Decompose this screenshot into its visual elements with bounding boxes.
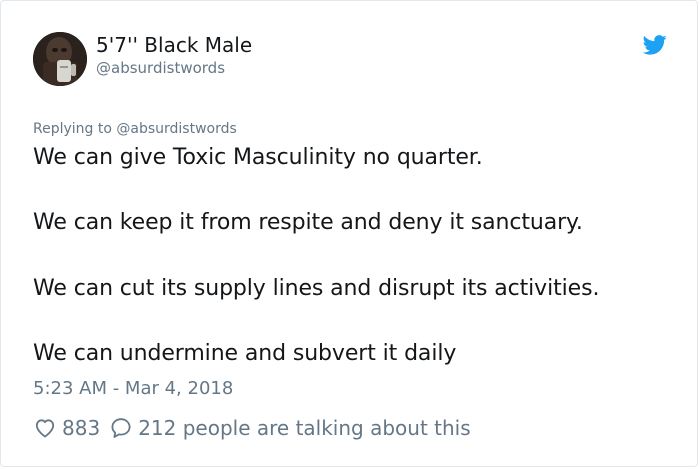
tweet-text-line: We can keep it from respite and deny it … bbox=[33, 210, 583, 235]
like-count[interactable]: 883 bbox=[62, 416, 100, 440]
avatar[interactable] bbox=[33, 32, 87, 86]
heart-icon[interactable] bbox=[33, 416, 57, 440]
tweet-text-line: We can give Toxic Masculinity no quarter… bbox=[33, 145, 483, 170]
engagement-bar: 883 212 people are talking about this bbox=[33, 413, 471, 443]
speech-bubble-icon[interactable] bbox=[109, 416, 133, 440]
avatar-image bbox=[33, 32, 87, 86]
tweet-text-line: We can cut its supply lines and disrupt … bbox=[33, 276, 600, 301]
replying-to[interactable]: Replying to @absurdistwords bbox=[33, 121, 237, 137]
display-name[interactable]: 5'7'' Black Male bbox=[96, 33, 252, 57]
handle[interactable]: @absurdistwords bbox=[96, 59, 225, 77]
reply-count-text[interactable]: 212 people are talking about this bbox=[138, 416, 470, 440]
twitter-bird-icon[interactable] bbox=[642, 35, 667, 55]
tweet-text-line: We can undermine and subvert it daily bbox=[33, 341, 457, 366]
timestamp[interactable]: 5:23 AM - Mar 4, 2018 bbox=[33, 378, 233, 399]
tweet-card: 5'7'' Black Male @absurdistwords Replyin… bbox=[0, 0, 698, 467]
